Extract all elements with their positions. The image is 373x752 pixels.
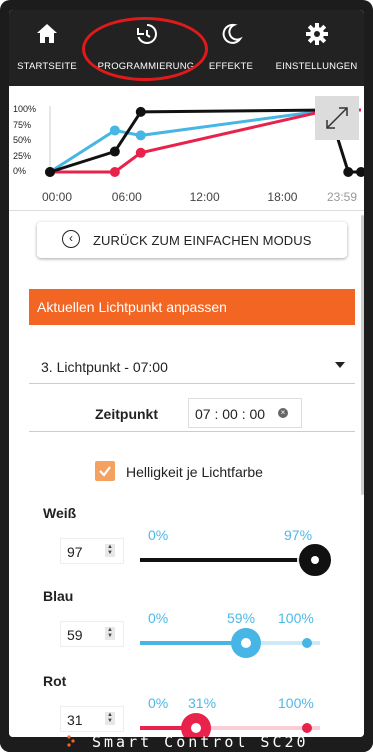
spinner-arrows-icon[interactable]: ▲ ▼ [105,544,115,557]
back-button-label: ZURÜCK ZUM EINFACHEN MODUS [93,233,312,248]
nav-item-programmierung[interactable]: PROGRAMMIERUNG [85,10,207,86]
current-label: 59% [227,610,256,626]
channel-value-input[interactable]: 59 ▲ ▼ [60,621,124,647]
max-label: 100% [278,610,314,626]
history-icon [137,24,157,44]
back-to-simple-mode-button[interactable]: ‹ ZURÜCK ZUM EINFACHEN MODUS [37,222,347,258]
y-tick-label: 75% [13,119,32,130]
device-frame: STARTSEITE PROGRAMMIERUNG EFFEKTE EINSTE… [0,0,373,752]
data-point[interactable] [109,167,120,177]
channel-value: 31 [67,712,83,728]
x-tick-label: 23:59 [327,190,358,204]
home-icon [37,24,57,43]
data-point[interactable] [45,167,55,177]
spinner-arrows-icon[interactable]: ▲ ▼ [105,712,115,725]
min-label: 0% [148,610,169,626]
editor-panel: ‹ ZURÜCK ZUM EINFACHEN MODUS Aktuellen L… [9,211,364,737]
data-point[interactable] [135,130,146,141]
time-row: Zeitpunkt 07 : 00 : 00 × [29,389,355,432]
max-marker [302,638,312,648]
min-label: 0% [148,527,169,543]
current-label: 97% [284,527,313,543]
channel-value: 59 [67,627,83,643]
x-tick-label: 00:00 [42,190,73,204]
channel-value-input[interactable]: 97 ▲ ▼ [60,538,124,564]
data-point[interactable] [109,125,120,136]
channel-value: 97 [67,544,83,560]
section-title: Aktuellen Lichtpunkt anpassen [37,299,227,315]
clear-icon[interactable]: × [278,408,288,418]
nav-label: STARTSEITE [17,61,77,72]
channel-blau: Blau 59 ▲ ▼ 0% 59% 100% [9,588,364,672]
max-label: 100% [278,695,314,711]
lightpoint-select[interactable]: 3. Lichtpunkt - 07:00 [29,347,355,384]
y-tick-label: 50% [13,135,32,145]
back-chevron-icon: ‹ [62,230,80,248]
schedule-chart[interactable]: 100% 75% 50% 25% 0% 00:00 06:00 12:00 18:00 23:59 [9,86,364,210]
time-label: Zeitpunkt [95,406,158,422]
top-nav: STARTSEITE PROGRAMMIERUNG EFFEKTE EINSTE… [9,10,364,86]
max-marker [302,723,312,733]
channel-name: Weiß [43,505,77,521]
nav-item-einstellungen[interactable]: EINSTELLUNGEN [269,10,364,86]
data-point[interactable] [135,147,146,158]
data-point[interactable] [343,167,354,177]
footer-brand: Smart Control SC20 [92,733,309,751]
slider-thumb[interactable] [298,544,331,576]
min-label: 0% [148,695,169,711]
x-tick-label: 12:00 [189,190,220,204]
section-header: Aktuellen Lichtpunkt anpassen [29,289,355,325]
channel-name: Blau [43,588,74,604]
y-tick-label: 0% [13,166,27,176]
x-tick-label: 18:00 [267,190,298,204]
moon-icon [222,23,243,44]
channel-name: Rot [43,673,67,689]
slider-track[interactable] [140,628,320,658]
brightness-checkbox[interactable] [95,461,115,481]
channel-value-input[interactable]: 31 ▲ ▼ [60,706,124,732]
data-point[interactable] [109,146,120,157]
nav-item-startseite[interactable]: STARTSEITE [9,10,85,86]
x-tick-label: 06:00 [111,190,142,204]
nav-label: EFFEKTE [208,61,254,72]
slider-thumb[interactable] [231,628,262,658]
expand-chart-button[interactable] [315,96,359,140]
time-value: 07 : 00 : 00 [195,406,266,422]
scrollbar[interactable] [361,215,364,495]
data-point[interactable] [135,106,146,117]
brand-logo-icon [67,735,75,747]
channel-weiss: Weiß 97 ▲ ▼ 0% 97% [9,505,364,589]
slider-track[interactable] [140,713,320,737]
current-label: 31% [188,695,217,711]
channel-rot: Rot 31 ▲ ▼ 0% 31% 100% [9,673,364,737]
time-input[interactable]: 07 : 00 : 00 × [188,398,302,428]
gear-icon [305,23,328,45]
spinner-arrows-icon[interactable]: ▲ ▼ [105,627,115,640]
checkbox-label: Helligkeit je Lichtfarbe [126,464,263,480]
nav-label: EINSTELLUNGEN [275,61,358,72]
nav-item-effekte[interactable]: EFFEKTE [207,10,255,86]
y-tick-label: 25% [13,150,32,161]
data-point[interactable] [356,167,364,177]
caret-down-icon [335,362,345,368]
slider-fill [140,558,297,562]
nav-label: PROGRAMMIERUNG [97,61,195,72]
app-screen: STARTSEITE PROGRAMMIERUNG EFFEKTE EINSTE… [9,10,364,737]
slider-track[interactable] [140,544,331,576]
checkmark-icon [99,466,111,477]
footer-bar: Smart Control SC20 [0,733,373,752]
selected-lightpoint: 3. Lichtpunkt - 07:00 [41,359,168,375]
expand-icon [326,107,348,129]
y-tick-label: 100% [13,104,37,114]
